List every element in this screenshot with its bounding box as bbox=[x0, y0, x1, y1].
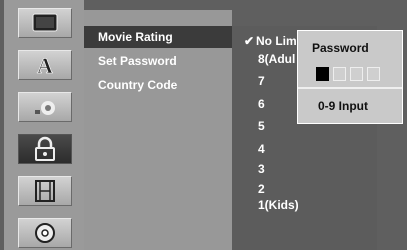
rating-option-7[interactable]: 7 bbox=[258, 74, 265, 88]
setup-menu-panel: Movie Rating Set Password Country Code bbox=[84, 10, 232, 250]
recording-icon[interactable] bbox=[18, 176, 72, 206]
password-popup: Password 0-9 Input bbox=[297, 30, 403, 124]
rating-option-3[interactable]: 3 bbox=[258, 162, 265, 176]
rating-option-2[interactable]: 2 bbox=[258, 182, 265, 196]
password-digit-box[interactable] bbox=[316, 67, 329, 81]
language-icon[interactable]: A bbox=[18, 50, 72, 80]
menu-item-movie-rating[interactable]: Movie Rating bbox=[84, 26, 232, 48]
password-digit-box[interactable] bbox=[350, 67, 363, 81]
language-glyph: A bbox=[37, 53, 53, 78]
password-input-hint: 0-9 Input bbox=[318, 99, 368, 113]
rating-option-label: No Lim bbox=[256, 34, 297, 48]
check-icon: ✔ bbox=[244, 34, 255, 48]
setup-category-column: A bbox=[4, 0, 84, 250]
rating-option-4[interactable]: 4 bbox=[258, 142, 265, 156]
audio-icon-graphic bbox=[35, 101, 55, 115]
password-popup-divider bbox=[298, 87, 402, 89]
menu-item-set-password[interactable]: Set Password bbox=[84, 50, 232, 72]
password-digit-box[interactable] bbox=[367, 67, 380, 81]
password-digit-box[interactable] bbox=[333, 67, 346, 81]
menu-item-country-code[interactable]: Country Code bbox=[84, 74, 232, 96]
recording-icon-graphic bbox=[35, 180, 55, 202]
disc-icon-graphic bbox=[35, 223, 55, 243]
rating-option-no-limit[interactable]: ✔ No Lim bbox=[244, 34, 297, 48]
display-icon-graphic bbox=[32, 13, 58, 32]
password-popup-title: Password bbox=[312, 41, 369, 55]
display-icon[interactable] bbox=[18, 8, 72, 38]
rating-option-8[interactable]: 8(Adul bbox=[258, 52, 295, 66]
lock-icon[interactable] bbox=[18, 134, 72, 164]
rating-option-6[interactable]: 6 bbox=[258, 97, 265, 111]
rating-option-5[interactable]: 5 bbox=[258, 119, 265, 133]
rating-option-1-kids[interactable]: 1(Kids) bbox=[258, 198, 299, 212]
audio-icon[interactable] bbox=[18, 92, 72, 122]
language-icon-graphic: A bbox=[37, 53, 54, 79]
dvd-setup-screen: A Movie Rating Set Password Country Code… bbox=[0, 0, 407, 250]
disc-icon[interactable] bbox=[18, 218, 72, 248]
lock-icon-graphic bbox=[35, 136, 55, 161]
